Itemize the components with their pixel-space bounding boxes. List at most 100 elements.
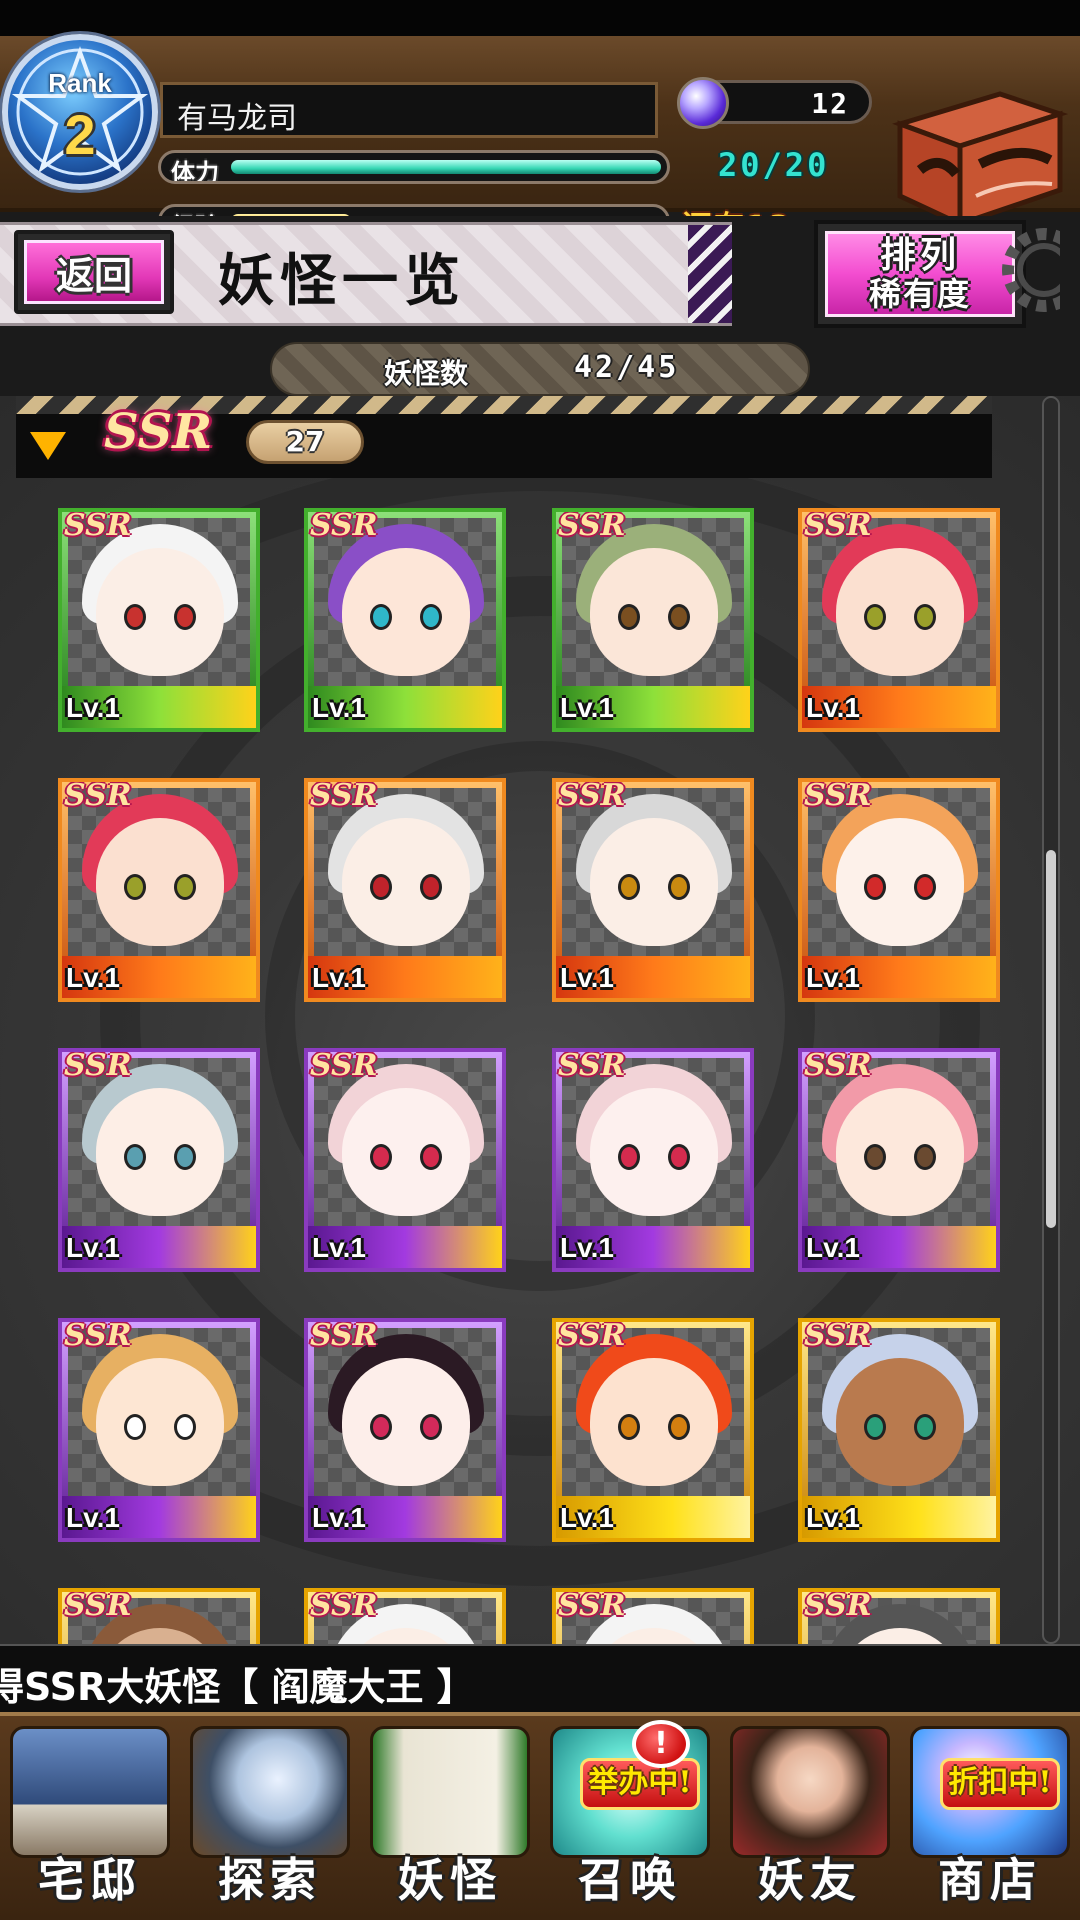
monster-portrait: [314, 1328, 496, 1496]
monster-card[interactable]: SSR Lv.1: [798, 508, 1000, 732]
portrait-eye: [668, 1144, 690, 1170]
monster-card[interactable]: SSR Lv.1: [304, 508, 506, 732]
monster-card[interactable]: SSR Lv.1: [58, 1048, 260, 1272]
magnifier-map-icon: [190, 1726, 350, 1858]
ticker-text: 得SSR大妖怪【 阎魔大王 】: [0, 1665, 475, 1709]
collapse-arrow-icon[interactable]: [30, 432, 66, 460]
card-rarity-tag: SSR: [804, 1318, 872, 1353]
scroll-icon: [370, 1726, 530, 1858]
portrait-eye: [618, 874, 640, 900]
nav-label: 妖友: [758, 1853, 862, 1907]
nav-label: 商店: [938, 1853, 1042, 1907]
portrait-eye: [124, 1414, 146, 1440]
monster-card[interactable]: SSR Lv.1: [552, 778, 754, 1002]
monster-card[interactable]: SSR Lv.1: [798, 1048, 1000, 1272]
card-rarity-tag: SSR: [804, 508, 872, 543]
monster-card[interactable]: SSR: [552, 1588, 754, 1644]
portrait-face: [342, 1088, 470, 1216]
card-level: Lv.1: [312, 1502, 366, 1533]
card-level: Lv.1: [66, 962, 120, 993]
portrait-eye: [914, 874, 936, 900]
rarity-section-header[interactable]: SSR 27: [16, 396, 992, 478]
monster-portrait: [808, 788, 990, 956]
nav-item[interactable]: 折扣中! 商店: [900, 1722, 1080, 1918]
portrait-face: [96, 1088, 224, 1216]
gem-counter[interactable]: 12: [677, 77, 872, 129]
bottom-nav: 宅邸 探索 妖怪 举办中!! 召唤 妖友 折扣中! 商店: [0, 1712, 1080, 1920]
portrait-eye: [370, 1414, 392, 1440]
monster-card[interactable]: SSR Lv.1: [304, 778, 506, 1002]
portrait-eye: [618, 604, 640, 630]
monster-card[interactable]: SSR: [304, 1588, 506, 1644]
card-rarity-tag: SSR: [310, 1588, 378, 1623]
sort-label: 排列: [879, 234, 960, 276]
ssr-rarity-tag: SSR: [104, 404, 213, 460]
monster-card[interactable]: SSR Lv.1: [552, 508, 754, 732]
nav-label: 宅邸: [38, 1853, 142, 1907]
portrait-face: [836, 818, 964, 946]
monster-card[interactable]: SSR: [798, 1588, 1000, 1644]
card-rarity-tag: SSR: [804, 1048, 872, 1083]
portrait-eye: [174, 604, 196, 630]
monster-card[interactable]: SSR: [58, 1588, 260, 1644]
monster-card[interactable]: SSR Lv.1: [798, 1318, 1000, 1542]
portrait-face: [836, 1358, 964, 1486]
portrait-eye: [668, 874, 690, 900]
card-level: Lv.1: [560, 692, 614, 723]
monster-card[interactable]: SSR Lv.1: [552, 1048, 754, 1272]
portrait-face: [342, 1358, 470, 1486]
card-level: Lv.1: [560, 1232, 614, 1263]
portrait-eye: [420, 1414, 442, 1440]
nav-event-badge: 折扣中!: [940, 1758, 1060, 1810]
portrait-eye: [370, 1144, 392, 1170]
portrait-face: [590, 818, 718, 946]
device-status-bar: [0, 0, 1080, 36]
stamina-label: 体力: [171, 159, 219, 184]
card-rarity-tag: SSR: [310, 778, 378, 813]
card-rarity-tag: SSR: [558, 778, 626, 813]
nav-item[interactable]: 举办中!! 召唤: [540, 1720, 720, 1918]
monster-portrait: [68, 788, 250, 956]
back-button[interactable]: 返回: [14, 230, 174, 314]
monster-card[interactable]: SSR Lv.1: [58, 1318, 260, 1542]
monster-portrait: [562, 518, 744, 686]
portrait-eye: [420, 604, 442, 630]
scrollbar-thumb[interactable]: [1046, 850, 1056, 1228]
portrait-eye: [864, 604, 886, 630]
nav-item[interactable]: 探索: [180, 1722, 360, 1918]
monster-card[interactable]: SSR Lv.1: [58, 508, 260, 732]
gem-icon: [677, 77, 729, 129]
monster-portrait: [562, 788, 744, 956]
portrait-face: [342, 548, 470, 676]
card-rarity-tag: SSR: [64, 1048, 132, 1083]
portrait-eye: [124, 874, 146, 900]
nav-item[interactable]: 妖友: [720, 1722, 900, 1918]
monster-portrait: [314, 1058, 496, 1226]
monster-card[interactable]: SSR Lv.1: [304, 1318, 506, 1542]
card-rarity-tag: SSR: [558, 1048, 626, 1083]
card-rarity-tag: SSR: [558, 508, 626, 543]
monster-portrait: [68, 1058, 250, 1226]
scrollbar[interactable]: [1042, 396, 1060, 1644]
card-level: Lv.1: [806, 1502, 860, 1533]
monster-list[interactable]: SSR 27 SSR Lv.1 SSR Lv.1 SSR Lv.1 SSR Lv.1 SSR Lv…: [0, 396, 1080, 1644]
portrait-eye: [914, 1414, 936, 1440]
monster-card[interactable]: SSR Lv.1: [798, 778, 1000, 1002]
rank-number: 2: [64, 103, 96, 166]
monster-portrait: [808, 518, 990, 686]
nav-item[interactable]: 宅邸: [0, 1722, 180, 1918]
portrait-eye: [914, 1144, 936, 1170]
sort-button[interactable]: 排列 稀有度: [814, 220, 1026, 328]
nav-item[interactable]: 妖怪: [360, 1722, 540, 1918]
monster-card[interactable]: SSR Lv.1: [552, 1318, 754, 1542]
portrait-face: [96, 1358, 224, 1486]
player-header: 有马龙司 体力 经验 20/20 还有13 12: [0, 36, 1080, 245]
rank-badge[interactable]: Rank 2: [2, 34, 158, 190]
nav-label: 召唤: [578, 1853, 682, 1907]
monster-card[interactable]: SSR Lv.1: [58, 778, 260, 1002]
sort-value: 稀有度: [868, 275, 971, 313]
monster-card[interactable]: SSR Lv.1: [304, 1048, 506, 1272]
card-rarity-tag: SSR: [558, 1318, 626, 1353]
card-level: Lv.1: [312, 962, 366, 993]
card-level: Lv.1: [560, 962, 614, 993]
